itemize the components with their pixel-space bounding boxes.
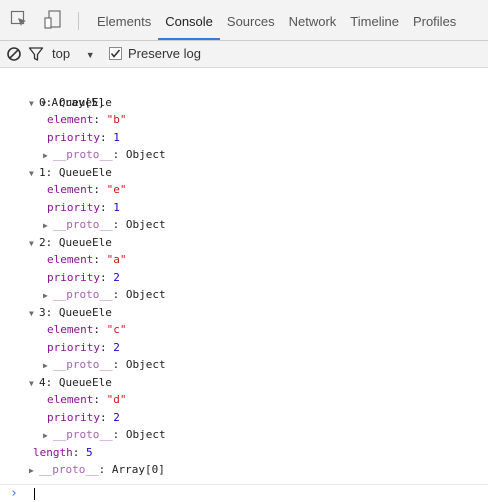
collapse-arrow-icon[interactable]: ▶ [29, 462, 39, 480]
proto-prop[interactable]: ▶ __proto__: Object [43, 426, 166, 444]
array-proto-prop[interactable]: ▶ __proto__: Array[0] [29, 461, 165, 479]
length-prop: length: 5 [33, 445, 93, 459]
device-mode-icon[interactable] [44, 10, 62, 35]
queue-item-header[interactable]: ▼ 2: QueueEle [29, 234, 112, 252]
element-prop: element: "b" [47, 113, 127, 126]
expand-arrow-icon[interactable]: ▼ [29, 95, 39, 113]
tab-profiles[interactable]: Profiles [406, 0, 463, 40]
expand-arrow-icon[interactable]: ▼ [29, 305, 39, 323]
toolbar-separator [78, 12, 79, 30]
collapse-arrow-icon[interactable]: ▶ [43, 287, 53, 305]
prompt-chevron-icon: › [10, 486, 18, 501]
expand-arrow-icon[interactable]: ▼ [29, 235, 39, 253]
dropdown-arrow-icon: ▼ [85, 50, 95, 60]
console-prompt[interactable]: › [0, 485, 488, 502]
element-prop: element: "d" [47, 393, 127, 406]
queue-item-header[interactable]: ▼ 3: QueueEle [29, 304, 112, 322]
priority-prop: priority: 2 [47, 410, 120, 424]
proto-prop[interactable]: ▶ __proto__: Object [43, 356, 166, 374]
queue-item-header[interactable]: ▼ 1: QueueEle [29, 164, 112, 182]
tab-sources[interactable]: Sources [220, 0, 282, 40]
context-label: top [52, 46, 71, 61]
collapse-arrow-icon[interactable]: ▶ [43, 427, 53, 445]
proto-prop[interactable]: ▶ __proto__: Object [43, 216, 166, 234]
filter-icon[interactable] [28, 46, 44, 62]
proto-prop[interactable]: ▶ __proto__: Object [43, 286, 166, 304]
priority-prop: priority: 2 [47, 270, 120, 284]
console-output: ▼ Array[5] ▼ 0: QueueEle element: "b" prio… [0, 68, 488, 484]
element-prop: element: "e" [47, 183, 127, 196]
tab-network[interactable]: Network [282, 0, 344, 40]
priority-prop: priority: 1 [47, 200, 120, 214]
priority-prop: priority: 1 [47, 130, 120, 144]
element-prop: element: "a" [47, 253, 127, 266]
preserve-log-label[interactable]: Preserve log [128, 41, 201, 67]
panel-tabs: Elements Console Sources Network Timelin… [90, 0, 463, 40]
collapse-arrow-icon[interactable]: ▶ [43, 217, 53, 235]
clear-console-icon[interactable] [6, 46, 22, 62]
tab-console[interactable]: Console [158, 0, 220, 40]
element-prop: element: "c" [47, 323, 127, 336]
context-selector[interactable]: top ▼ [52, 41, 95, 67]
collapse-arrow-icon[interactable]: ▶ [43, 357, 53, 375]
expand-arrow-icon[interactable]: ▼ [29, 165, 39, 183]
text-caret [34, 488, 35, 500]
queue-item-header[interactable]: ▼ 4: QueueEle [29, 374, 112, 392]
queue-item-header[interactable]: ▼ 0: QueueEle [29, 94, 112, 112]
array-row[interactable]: ▼ Array[5] [15, 76, 105, 109]
expand-arrow-icon[interactable]: ▼ [29, 375, 39, 393]
priority-prop: priority: 2 [47, 340, 120, 354]
proto-prop[interactable]: ▶ __proto__: Object [43, 146, 166, 164]
tab-elements[interactable]: Elements [90, 0, 158, 40]
collapse-arrow-icon[interactable]: ▶ [43, 147, 53, 165]
console-filter-bar: top ▼ Preserve log [0, 41, 488, 68]
devtools-toolbar: Elements Console Sources Network Timelin… [0, 0, 488, 41]
preserve-log-checkbox[interactable] [109, 47, 122, 61]
tab-timeline[interactable]: Timeline [343, 0, 406, 40]
inspect-element-icon[interactable] [10, 10, 28, 33]
